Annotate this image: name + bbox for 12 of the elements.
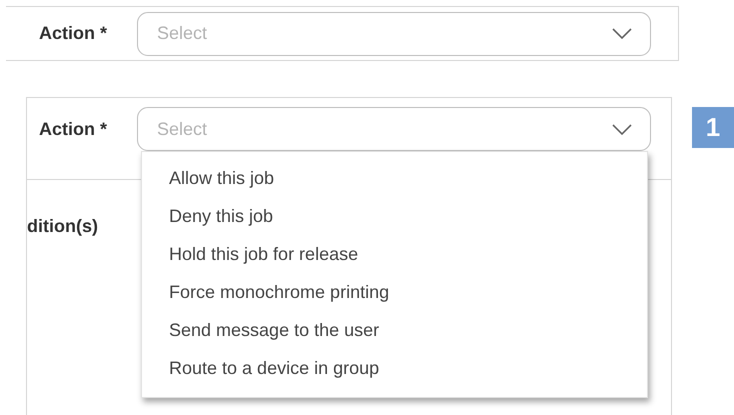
menu-item[interactable]: Hold this job for release <box>169 242 647 280</box>
menu-item[interactable]: Route to a device in group <box>169 356 647 394</box>
action-label: Action * <box>39 118 108 140</box>
step-badge: 1 <box>692 107 734 148</box>
action-label: Action * <box>39 23 108 44</box>
menu-item[interactable]: Allow this job <box>169 166 647 204</box>
menu-item[interactable]: Send message to the user <box>169 318 647 356</box>
conditions-label: dition(s) <box>27 216 98 236</box>
menu-item[interactable]: Deny this job <box>169 204 647 242</box>
chevron-down-icon <box>612 28 632 39</box>
menu-item[interactable]: Force monochrome printing <box>169 280 647 318</box>
chevron-down-icon <box>612 124 632 134</box>
